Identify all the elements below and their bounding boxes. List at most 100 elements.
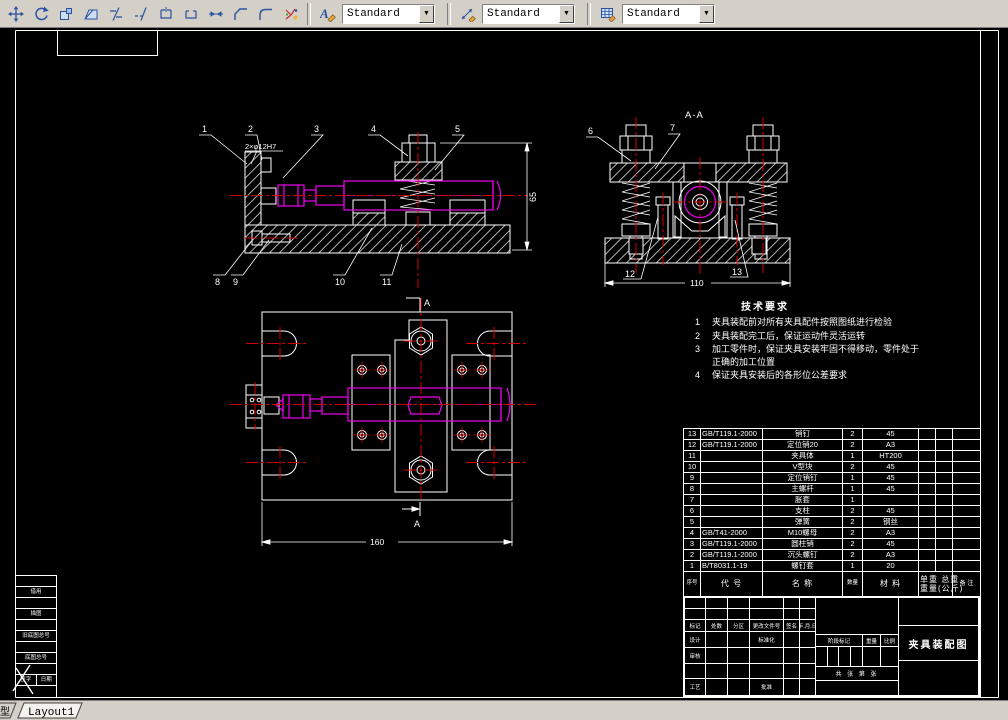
table-style-icon — [600, 7, 616, 22]
dim-style-button[interactable] — [455, 2, 480, 26]
join-icon — [208, 10, 223, 17]
tech-req-no: 3 — [695, 344, 701, 355]
balloon: 6 — [588, 126, 593, 136]
break-button[interactable] — [178, 2, 203, 26]
explode-button[interactable] — [278, 2, 303, 26]
tab-layout1[interactable]: Layout1 — [17, 702, 83, 719]
technical-requirements: 技术要求 1 夹具装配前对所有夹具配件按照图纸进行检验 2 夹具装配完工后，保证运动… — [695, 298, 925, 383]
tech-req-text: 加工零件时，保证夹具安装牢固不得移动，零件处于正确的加工位置 — [712, 344, 920, 367]
text-style-icon: A — [320, 6, 336, 22]
extend-button[interactable] — [128, 2, 153, 26]
text-style-select[interactable]: Standard ▼ — [342, 3, 435, 24]
weight-cell — [935, 472, 953, 484]
balloon: 1 — [202, 124, 207, 134]
table-style-value: Standard — [627, 7, 680, 20]
toolbar-separator — [307, 2, 311, 25]
strip-label: 旧底图总号 — [22, 633, 50, 639]
bom-row: 1 B/T8031.1-19 螺钉套 1 20 — [683, 560, 981, 572]
toolbar-separator — [447, 2, 451, 25]
balloon: 13 — [732, 267, 742, 277]
balloon: 3 — [314, 124, 319, 134]
bom-row: 4 GB/T41-2000 M10螺母 2 A3 — [683, 527, 981, 539]
dim-style-select[interactable]: Standard ▼ — [482, 3, 575, 24]
weight-cell — [918, 538, 936, 550]
bom-header-row: 序号 代 号 名 称 数量 材 料 单重 总重 重量(公斤) 备 注 — [683, 571, 981, 597]
drawing-canvas[interactable]: 借用 描图 旧底图总号 底图总号 签字 日期 65 1 2 3 4 5 8 9 … — [0, 28, 1008, 700]
weight-cell — [918, 516, 936, 528]
remark-cell — [952, 505, 981, 517]
bom-row: 3 GB/T119.1-2000 圆柱销 2 45 — [683, 538, 981, 550]
chevron-down-icon[interactable]: ▼ — [419, 4, 434, 23]
chamfer-button[interactable] — [228, 2, 253, 26]
weight-cell — [935, 483, 953, 495]
balloon: 10 — [335, 277, 345, 287]
remark-cell — [952, 428, 981, 440]
label-standardization: 标准化 — [749, 631, 784, 648]
chevron-down-icon[interactable]: ▼ — [699, 4, 714, 23]
bom-row: 10 V型块 2 45 — [683, 461, 981, 473]
table-style-select[interactable]: Standard ▼ — [622, 3, 715, 24]
stretch-icon — [83, 9, 97, 19]
balloon: 11 — [382, 277, 391, 287]
weight-cell — [918, 527, 936, 539]
bom-header-name: 名 称 — [762, 571, 843, 597]
bom-row: 8 主螺杆 1 45 — [683, 483, 981, 495]
statusbar: 型 Layout1 — [0, 700, 1008, 720]
balloon: 8 — [215, 277, 220, 287]
remark-cell — [952, 439, 981, 451]
text-style-button[interactable]: A — [315, 2, 340, 26]
sheet-count: 共 张 第 张 — [815, 666, 899, 681]
weight-cell — [935, 549, 953, 561]
strip-label: 描图 — [30, 611, 42, 617]
bom-row: 9 定位销钉 1 45 — [683, 472, 981, 484]
table-style-button[interactable] — [595, 2, 620, 26]
hole-dim-text: 2×φ12H7 — [245, 142, 276, 151]
bom-row: 13 GB/T119.1-2000 销钉 2 45 — [683, 428, 981, 440]
rotate-button[interactable] — [28, 2, 53, 26]
front-view-structure — [244, 134, 511, 254]
chevron-down-icon[interactable]: ▼ — [559, 4, 574, 23]
remark-cell — [952, 527, 981, 539]
weight-cell — [918, 428, 936, 440]
section-label: A-A — [685, 110, 704, 121]
svg-text:A: A — [320, 6, 329, 21]
tech-req-no: 1 — [695, 317, 701, 327]
text-style-value: Standard — [347, 7, 400, 20]
rotate-icon — [34, 6, 49, 20]
break-at-point-button[interactable] — [153, 2, 178, 26]
fillet-icon — [258, 8, 272, 20]
move-icon — [7, 5, 24, 22]
remark-cell — [952, 538, 981, 550]
tech-req-text: 夹具装配前对所有夹具配件按照图纸进行检验 — [712, 317, 893, 327]
weight-cell — [918, 461, 936, 473]
toolbar-separator — [587, 2, 591, 25]
cad-window: A Standard ▼ Standard ▼ Standard ▼ 借用 描图… — [0, 0, 1008, 720]
remark-cell — [952, 483, 981, 495]
trim-button[interactable] — [103, 2, 128, 26]
plan-structure — [245, 297, 513, 516]
join-button[interactable] — [203, 2, 228, 26]
hole-crosshairs — [354, 362, 490, 443]
drawing-title: 夹具装配图 — [898, 625, 979, 661]
extend-icon — [134, 6, 147, 21]
fillet-button[interactable] — [253, 2, 278, 26]
scale-button[interactable] — [53, 2, 78, 26]
remark-cell — [952, 494, 981, 506]
weight-cell — [918, 560, 936, 572]
dim-style-value: Standard — [487, 7, 540, 20]
chamfer-icon — [233, 7, 247, 20]
tab-model[interactable]: 型 — [0, 702, 17, 719]
bom-header-material: 材 料 — [862, 571, 919, 597]
bom-row: 12 GB/T119.1-2000 定位销20 2 A3 — [683, 439, 981, 451]
remark-cell — [952, 549, 981, 561]
label-process: 工艺 — [684, 678, 706, 696]
move-button[interactable] — [3, 2, 28, 26]
break-at-point-icon — [159, 6, 172, 19]
weight-cell — [918, 483, 936, 495]
section-view: 110 A-A 6 7 12 13 — [586, 110, 792, 288]
bom-row: 7 胀套 1 — [683, 494, 981, 506]
frame-corner-box — [57, 30, 158, 56]
dim-style-icon — [461, 8, 476, 22]
dim-110-text: 110 — [690, 278, 704, 288]
stretch-button[interactable] — [78, 2, 103, 26]
